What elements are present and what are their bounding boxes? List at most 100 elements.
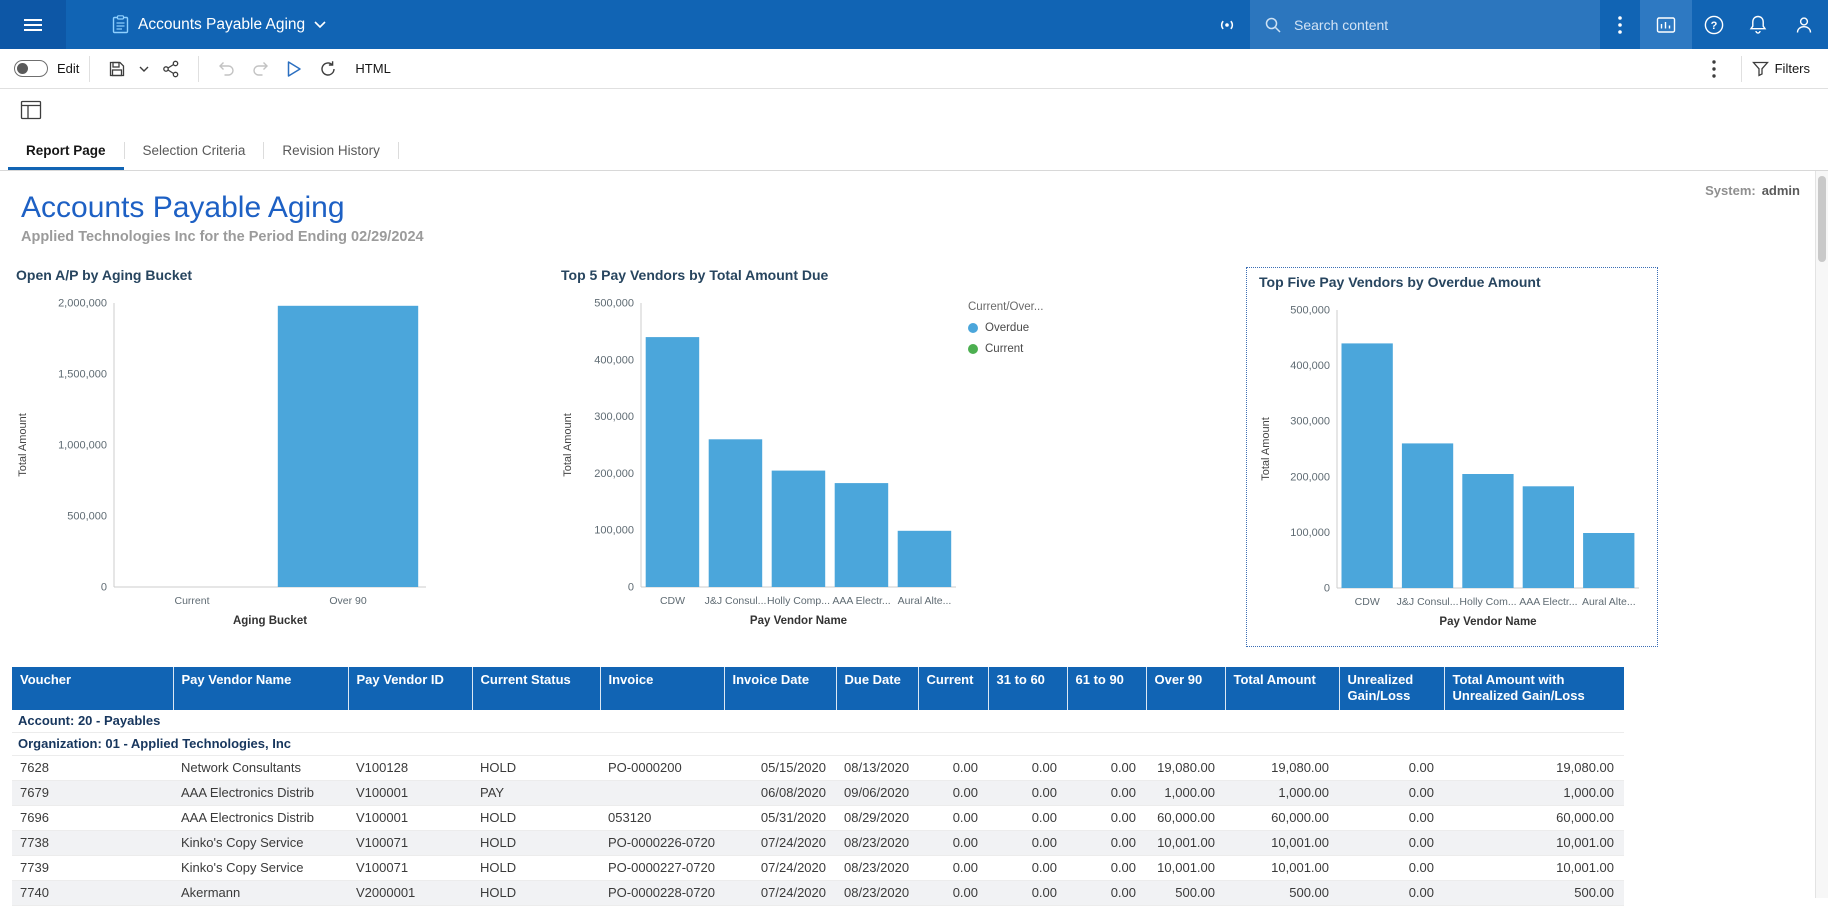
- edit-label: Edit: [57, 61, 79, 76]
- table-cell: 60,000.00: [1146, 805, 1225, 830]
- column-header[interactable]: 61 to 90: [1067, 667, 1146, 710]
- help-button[interactable]: ?: [1692, 0, 1736, 49]
- table-cell: PO-0000228-0720: [600, 880, 724, 905]
- search-input[interactable]: [1292, 16, 1562, 34]
- table-cell: 10,001.00: [1225, 830, 1339, 855]
- chart-top5-overdue[interactable]: Top Five Pay Vendors by Overdue Amount 0…: [1246, 267, 1658, 647]
- table-cell: 10,001.00: [1146, 830, 1225, 855]
- html-format-button[interactable]: HTML: [355, 61, 390, 76]
- bar[interactable]: [278, 306, 418, 587]
- report-title: Accounts Payable Aging: [21, 191, 1828, 225]
- table-cell: 10,001.00: [1146, 855, 1225, 880]
- vertical-scrollbar[interactable]: [1815, 171, 1828, 898]
- search-bar[interactable]: [1250, 0, 1600, 49]
- bar[interactable]: [646, 337, 700, 587]
- table-cell: AAA Electronics Distrib: [173, 805, 348, 830]
- chart-aging-bucket[interactable]: Open A/P by Aging Bucket 0500,0001,000,0…: [14, 267, 559, 639]
- bar[interactable]: [898, 531, 952, 587]
- svg-text:100,000: 100,000: [1290, 527, 1330, 539]
- table-cell: 7628: [12, 755, 173, 780]
- scrollbar-thumb[interactable]: [1818, 176, 1826, 262]
- table-cell: 1,000.00: [1225, 780, 1339, 805]
- column-header[interactable]: Current: [918, 667, 988, 710]
- chart-legend: Current/Over... OverdueCurrent: [964, 267, 1134, 639]
- tab-selection-criteria[interactable]: Selection Criteria: [125, 131, 264, 170]
- bar[interactable]: [1583, 533, 1634, 588]
- bar[interactable]: [1342, 343, 1393, 588]
- bar[interactable]: [1402, 443, 1453, 588]
- column-header[interactable]: Total Amount with Unrealized Gain/Loss: [1444, 667, 1624, 710]
- legend-item[interactable]: Overdue: [968, 322, 1134, 334]
- table-cell: 0.00: [1067, 830, 1146, 855]
- svg-text:400,000: 400,000: [594, 354, 634, 366]
- column-header[interactable]: Unrealized Gain/Loss: [1339, 667, 1444, 710]
- refresh-button[interactable]: [311, 50, 345, 88]
- bar[interactable]: [835, 483, 889, 587]
- svg-text:500,000: 500,000: [1290, 305, 1330, 317]
- bar[interactable]: [772, 471, 826, 587]
- bar[interactable]: [709, 439, 763, 587]
- svg-text:Pay Vendor Name: Pay Vendor Name: [1439, 616, 1536, 628]
- page-views-button[interactable]: [14, 91, 48, 129]
- chart-top5-total-due[interactable]: Top 5 Pay Vendors by Total Amount Due 01…: [559, 267, 1134, 639]
- legend-item[interactable]: Current: [968, 343, 1134, 355]
- run-button[interactable]: [277, 50, 311, 88]
- table-cell: 19,080.00: [1444, 755, 1624, 780]
- filters-button[interactable]: Filters: [1752, 60, 1810, 77]
- svg-text:Total Amount: Total Amount: [17, 413, 29, 477]
- table-cell: V100128: [348, 755, 472, 780]
- account-button[interactable]: [1780, 0, 1828, 49]
- edit-toggle[interactable]: [14, 60, 48, 77]
- tab-label: Selection Criteria: [143, 143, 246, 158]
- share-button[interactable]: [154, 50, 188, 88]
- table-cell: 0.00: [1067, 780, 1146, 805]
- notifications-button[interactable]: [1736, 0, 1780, 49]
- toolbar-more-button[interactable]: [1697, 50, 1731, 88]
- table-row: 7696AAA Electronics DistribV100001HOLD05…: [12, 805, 1624, 830]
- column-header[interactable]: Voucher: [12, 667, 173, 710]
- column-header[interactable]: Current Status: [472, 667, 600, 710]
- chevron-down-icon: [314, 21, 326, 28]
- redo-icon: [251, 60, 270, 77]
- table-cell: [600, 780, 724, 805]
- svg-text:2,000,000: 2,000,000: [58, 298, 107, 310]
- legend-label: Overdue: [985, 322, 1029, 334]
- tab-label: Report Page: [26, 143, 106, 158]
- live-signal-button[interactable]: [1204, 0, 1250, 49]
- column-header[interactable]: Pay Vendor ID: [348, 667, 472, 710]
- save-icon: [108, 60, 126, 78]
- menu-button[interactable]: [0, 0, 66, 49]
- chart-title: Top 5 Pay Vendors by Total Amount Due: [561, 267, 964, 283]
- system-line: System:admin: [1705, 183, 1800, 198]
- column-header[interactable]: Invoice: [600, 667, 724, 710]
- save-dropdown-button[interactable]: [134, 50, 154, 88]
- bar[interactable]: [1462, 474, 1513, 588]
- table-cell: 0.00: [988, 755, 1067, 780]
- table-cell: Network Consultants: [173, 755, 348, 780]
- svg-text:0: 0: [1324, 583, 1330, 595]
- chart-plot: 0100,000200,000300,000400,000500,000Tota…: [559, 289, 964, 639]
- column-header[interactable]: Due Date: [836, 667, 918, 710]
- column-header[interactable]: Pay Vendor Name: [173, 667, 348, 710]
- table-cell: 0.00: [988, 855, 1067, 880]
- navbar-report-switcher[interactable]: Accounts Payable Aging: [112, 15, 326, 34]
- column-header[interactable]: Over 90: [1146, 667, 1225, 710]
- tab-report-page[interactable]: Report Page: [8, 131, 124, 170]
- undo-button[interactable]: [209, 50, 243, 88]
- svg-text:100,000: 100,000: [594, 525, 634, 537]
- table-cell: 7696: [12, 805, 173, 830]
- save-button[interactable]: [100, 50, 134, 88]
- refresh-icon: [319, 60, 337, 78]
- column-header[interactable]: 31 to 60: [988, 667, 1067, 710]
- table-cell: 0.00: [1339, 880, 1444, 905]
- more-options-button[interactable]: [1600, 0, 1640, 49]
- column-header[interactable]: Total Amount: [1225, 667, 1339, 710]
- column-header[interactable]: Invoice Date: [724, 667, 836, 710]
- apps-icon: [1656, 15, 1676, 35]
- apps-button[interactable]: [1640, 0, 1692, 49]
- redo-button[interactable]: [243, 50, 277, 88]
- navbar-report-title: Accounts Payable Aging: [138, 16, 305, 34]
- tab-revision-history[interactable]: Revision History: [264, 131, 398, 170]
- table-cell: 0.00: [1067, 880, 1146, 905]
- bar[interactable]: [1523, 486, 1574, 588]
